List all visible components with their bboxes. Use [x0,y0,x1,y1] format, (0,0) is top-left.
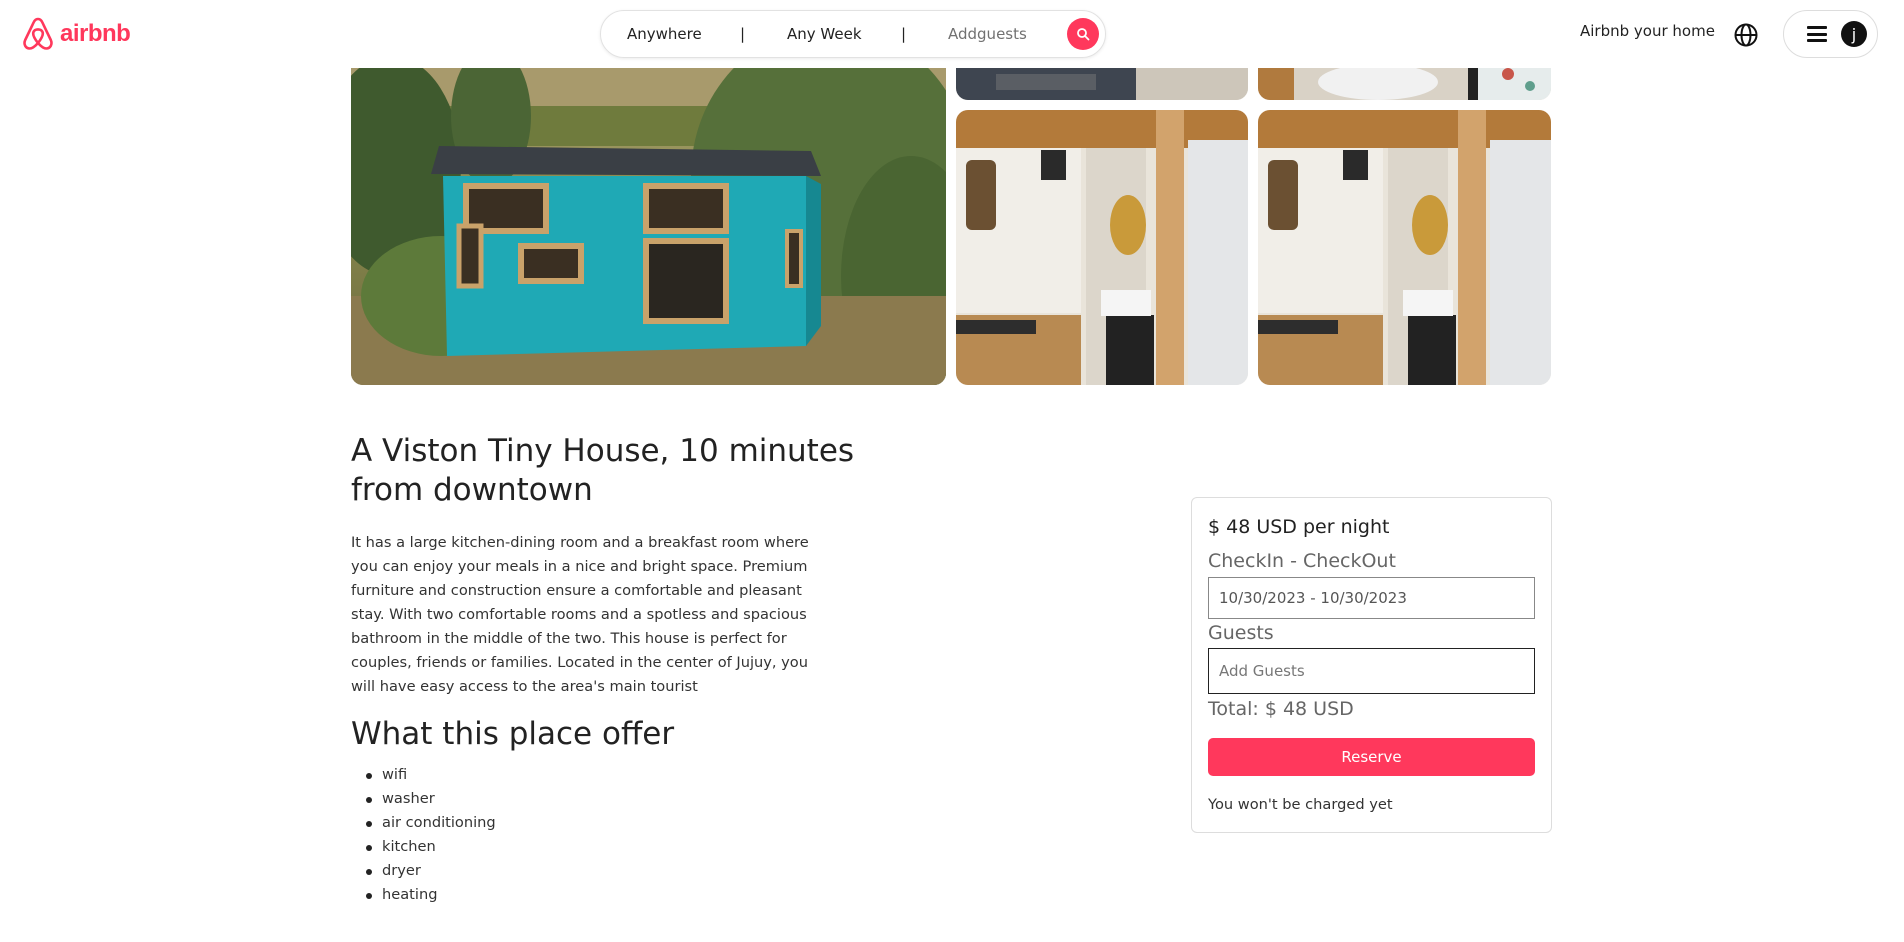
guests-label: Guests [1208,622,1274,644]
search-week-button[interactable]: Any Week [787,11,862,57]
search-bar[interactable]: Anywhere | Any Week | Addguests [600,10,1106,58]
amenity-item: air conditioning [351,811,651,835]
listing-photo[interactable] [1258,110,1551,385]
search-button[interactable] [1067,18,1099,50]
airbnb-your-home-link[interactable]: Airbnb your home [1580,22,1715,40]
nightly-price: $ 48 USD per night [1208,516,1390,538]
logo-text: airbnb [60,20,131,47]
avatar: j [1841,21,1867,47]
search-guests-button[interactable]: Addguests [948,11,1027,57]
search-divider: | [740,25,746,43]
hamburger-icon [1807,26,1827,42]
dates-label: CheckIn - CheckOut [1208,550,1396,572]
charge-note: You won't be charged yet [1208,796,1393,813]
guests-input[interactable]: Add Guests [1208,648,1535,694]
listing-description: It has a large kitchen-dining room and a… [351,534,809,695]
amenities-list: wifi washer air conditioning kitchen dry… [351,763,651,907]
main-listing-photo[interactable] [351,56,946,385]
amenities-heading: What this place offer [351,716,675,752]
amenity-item: heating [351,883,651,907]
booking-card: $ 48 USD per night CheckIn - CheckOut 10… [1191,497,1552,833]
globe-icon[interactable] [1733,22,1759,48]
top-nav: airbnb Anywhere | Any Week | Addguests A… [0,0,1904,68]
user-menu-button[interactable]: j [1783,10,1878,58]
search-divider: | [901,25,907,43]
amenity-item: washer [351,787,651,811]
airbnb-logo[interactable]: airbnb [22,17,131,51]
listing-title: A Viston Tiny House, 10 minutes from dow… [351,433,855,508]
listing-photo[interactable] [956,110,1248,385]
amenity-item: dryer [351,859,651,883]
reserve-button[interactable]: Reserve [1208,738,1535,776]
airbnb-logo-icon [23,17,53,50]
search-icon [1077,28,1090,41]
search-location-button[interactable]: Anywhere [627,11,702,57]
total-price: Total: $ 48 USD [1208,698,1354,720]
amenity-item: wifi [351,763,651,787]
amenity-item: kitchen [351,835,651,859]
date-range-input[interactable]: 10/30/2023 - 10/30/2023 [1208,577,1535,619]
